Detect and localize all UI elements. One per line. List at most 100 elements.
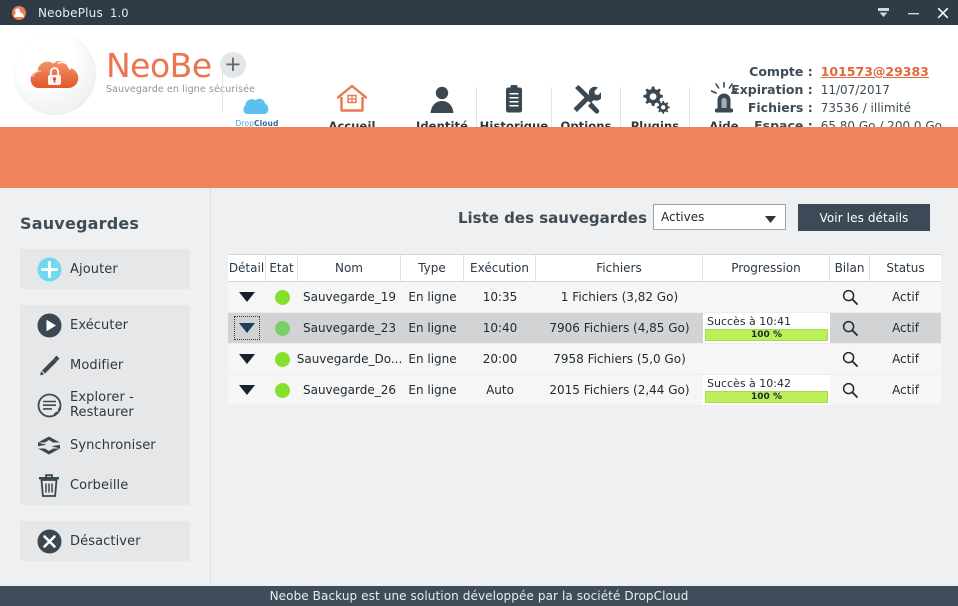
sidebar-label-synchroniser: Synchroniser — [70, 438, 156, 453]
nav-home-wrap: Accueil — [318, 67, 386, 133]
application-window: NeobePlus 1.0 — [0, 0, 958, 606]
account-value-expiration: 11/07/2017 — [821, 83, 942, 97]
account-value-fichiers: 73536 / illimité — [821, 101, 942, 115]
row-files: 7906 Fichiers (4,85 Go) — [536, 313, 703, 343]
nav-item-accueil[interactable]: Accueil — [318, 67, 386, 133]
row-name: Sauvegarde_26 — [298, 375, 401, 405]
table-row[interactable]: Sauvegarde_19 En ligne 10:35 1 Fichiers … — [228, 282, 941, 313]
minimize-button[interactable] — [898, 0, 928, 25]
account-label-compte: Compte : — [731, 64, 813, 79]
row-type: En ligne — [401, 282, 464, 312]
body: Sauvegardes Ajouter — [0, 188, 958, 586]
column-header-bilan[interactable]: Bilan — [830, 255, 870, 281]
brand-tagline: Sauvegarde en ligne sécurisée — [106, 84, 255, 95]
row-name: Sauvegarde_Do... — [298, 344, 401, 374]
list-title: Liste des sauvegardes — [458, 209, 647, 227]
table-row[interactable]: Sauvegarde_Do... En ligne 20:00 7958 Fic… — [228, 344, 941, 375]
column-header-execution[interactable]: Exécution — [464, 255, 536, 281]
sidebar-group-actions: Exécuter Modifier — [20, 305, 190, 505]
sidebar-item-explorer-restaurer[interactable]: Explorer - Restaurer — [20, 385, 190, 425]
sidebar-item-desactiver[interactable]: Désactiver — [20, 521, 190, 561]
column-header-detail[interactable]: Détail — [228, 255, 266, 281]
close-button[interactable] — [928, 0, 958, 25]
column-header-nom[interactable]: Nom — [298, 255, 401, 281]
nav-item-identite[interactable]: Identité — [408, 67, 476, 133]
brand-wordmark: NeoBe+ Sauvegarde en ligne sécurisée — [106, 49, 255, 95]
row-report-button[interactable] — [830, 313, 870, 343]
footer-text: Neobe Backup est une solution développée… — [270, 589, 689, 603]
table-row[interactable]: Sauvegarde_23 En ligne 10:40 7906 Fichie… — [228, 313, 941, 344]
caret-down-icon — [239, 385, 255, 395]
row-execution: 20:00 — [464, 344, 536, 374]
sidebar-group-disable: Désactiver — [20, 521, 190, 561]
sidebar-group-add: Ajouter — [20, 249, 190, 289]
row-files: 1 Fichiers (3,82 Go) — [536, 282, 703, 312]
progress-label: Succès à 10:42 — [707, 377, 828, 390]
account-label-fichiers: Fichiers : — [731, 100, 813, 115]
account-value-compte[interactable]: 101573@29383 — [821, 64, 942, 79]
progress-label: Succès à 10:41 — [707, 315, 828, 328]
sidebar-item-synchroniser[interactable]: Synchroniser — [20, 425, 190, 465]
search-icon — [842, 320, 858, 336]
row-execution: 10:35 — [464, 282, 536, 312]
row-report-button[interactable] — [830, 282, 870, 312]
orange-banner — [0, 127, 958, 188]
trash-icon — [32, 473, 66, 498]
app-version: 1.0 — [110, 6, 129, 20]
row-detail-toggle[interactable] — [228, 344, 266, 374]
column-header-fichiers[interactable]: Fichiers — [536, 255, 703, 281]
row-execution: Auto — [464, 375, 536, 405]
row-status: Actif — [870, 282, 941, 312]
minimize-to-tray-button[interactable] — [868, 0, 898, 25]
column-header-status[interactable]: Status — [870, 255, 941, 281]
row-detail-toggle[interactable] — [228, 282, 266, 312]
column-header-progression[interactable]: Progression — [703, 255, 830, 281]
cross-circle-icon — [32, 529, 66, 554]
row-report-button[interactable] — [830, 375, 870, 405]
sidebar-label-executer: Exécuter — [70, 318, 128, 333]
app-name: NeobePlus — [38, 6, 103, 20]
pencil-icon — [32, 353, 66, 378]
sidebar-item-ajouter[interactable]: Ajouter — [20, 249, 190, 289]
filter-select[interactable]: Actives — [653, 204, 786, 230]
row-detail-toggle[interactable] — [228, 313, 266, 343]
row-name: Sauvegarde_19 — [298, 282, 401, 312]
row-state — [266, 344, 298, 374]
nav-item-plugins[interactable]: Plugins — [621, 67, 689, 133]
search-icon — [842, 382, 858, 398]
row-report-button[interactable] — [830, 344, 870, 374]
caret-down-icon — [239, 323, 255, 333]
header: NeoBe+ Sauvegarde en ligne sécurisée Dro… — [0, 25, 958, 127]
table-row[interactable]: Sauvegarde_26 En ligne Auto 2015 Fichier… — [228, 375, 941, 406]
tools-icon — [571, 80, 601, 114]
sidebar-item-executer[interactable]: Exécuter — [20, 305, 190, 345]
row-status: Actif — [870, 375, 941, 405]
cloud-lock-icon — [27, 59, 83, 89]
caret-down-icon — [239, 354, 255, 364]
column-header-etat[interactable]: Etat — [266, 255, 298, 281]
column-header-type[interactable]: Type — [401, 255, 464, 281]
restore-icon — [32, 393, 66, 418]
nav-item-options[interactable]: Options — [552, 67, 620, 133]
row-status: Actif — [870, 313, 941, 343]
caret-down-icon — [239, 292, 255, 302]
status-dot-icon — [275, 321, 290, 336]
row-progression — [703, 282, 830, 312]
sidebar-item-corbeille[interactable]: Corbeille — [20, 465, 190, 505]
account-info: Compte : 101573@29383 Expiration : 11/07… — [731, 64, 942, 133]
brand-name-neo: NeoBe — [106, 46, 212, 85]
brand-logo: NeoBe+ Sauvegarde en ligne sécurisée — [14, 33, 255, 115]
filter-select-value: Actives — [661, 210, 704, 224]
table-header-row: Détail Etat Nom Type Exécution Fichiers … — [228, 254, 941, 282]
clipboard-icon — [503, 80, 525, 114]
list-toolbar: Liste des sauvegardes Actives Voir les d… — [211, 204, 958, 236]
row-type: En ligne — [401, 375, 464, 405]
row-files: 7958 Fichiers (5,0 Go) — [536, 344, 703, 374]
view-details-button[interactable]: Voir les détails — [798, 204, 930, 231]
sidebar-item-modifier[interactable]: Modifier — [20, 345, 190, 385]
title-bar: NeobePlus 1.0 — [0, 0, 958, 25]
row-execution: 10:40 — [464, 313, 536, 343]
row-name: Sauvegarde_23 — [298, 313, 401, 343]
row-detail-toggle[interactable] — [228, 375, 266, 405]
nav-item-historique[interactable]: Historique — [477, 67, 551, 133]
